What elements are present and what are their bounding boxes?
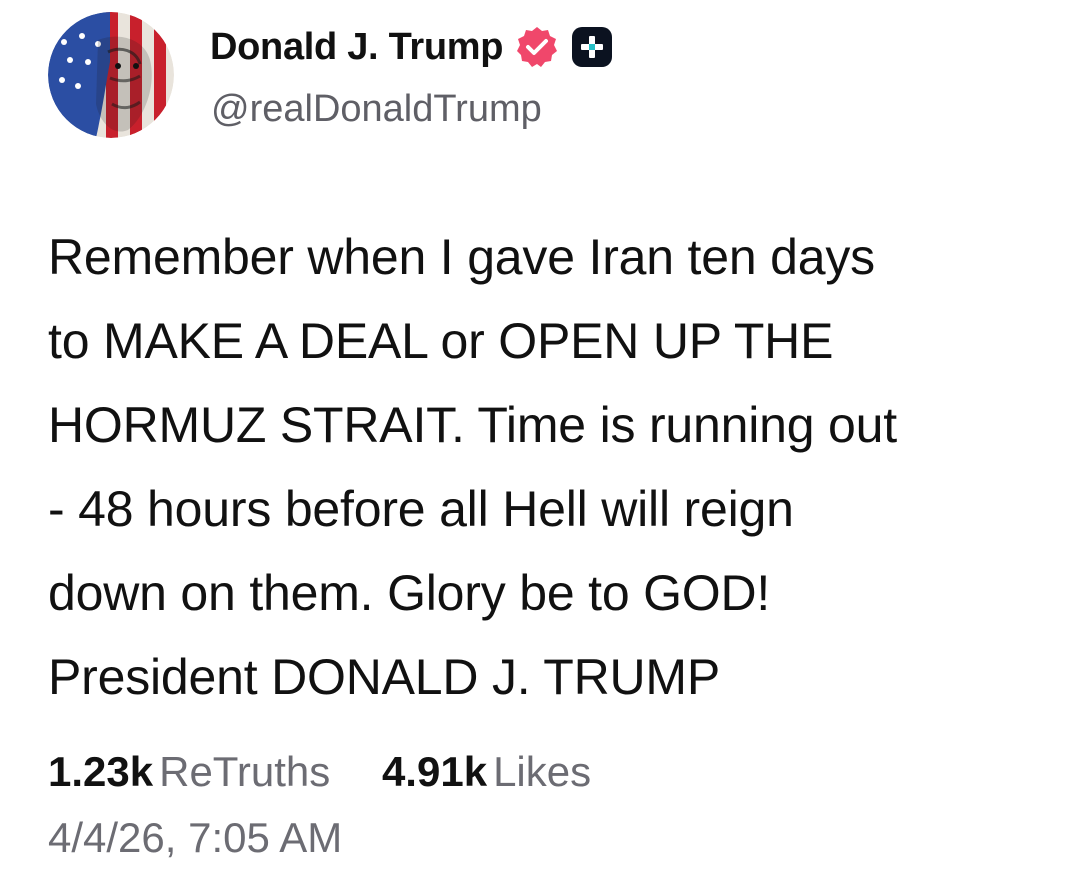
post-line: President DONALD J. TRUMP [48, 649, 721, 705]
author-display-name[interactable]: Donald J. Trump [210, 26, 504, 69]
plus-badge-icon [571, 26, 613, 68]
post-line: to MAKE A DEAL or OPEN UP THE [48, 313, 834, 369]
post-line: - 48 hours before all Hell will reign [48, 481, 794, 537]
verified-badge-icon [515, 25, 559, 69]
retruths-label: ReTruths [159, 748, 331, 795]
post-line: down on them. Glory be to GOD! [48, 565, 771, 621]
likes-stat[interactable]: 4.91k Likes [382, 742, 591, 802]
truth-post: Donald J. Trump @realDonaldTrump Remembe… [0, 0, 1080, 888]
retruths-stat[interactable]: 1.23k ReTruths [48, 742, 330, 802]
likes-label: Likes [493, 748, 592, 795]
post-timestamp[interactable]: 4/4/26, 7:05 AM [48, 808, 342, 868]
likes-count: 4.91k [381, 748, 488, 795]
author-name-row: Donald J. Trump [210, 22, 613, 72]
post-stats: 1.23k ReTruths 4.91k Likes [48, 742, 591, 802]
retruths-count: 1.23k [48, 748, 154, 795]
post-body: Remember when I gave Iran ten days to MA… [48, 215, 1058, 719]
post-line: HORMUZ STRAIT. Time is running out [48, 397, 897, 453]
post-line: Remember when I gave Iran ten days [48, 229, 875, 285]
author-avatar[interactable] [48, 12, 174, 138]
avatar-image [48, 12, 174, 138]
author-handle[interactable]: @realDonaldTrump [211, 88, 542, 131]
